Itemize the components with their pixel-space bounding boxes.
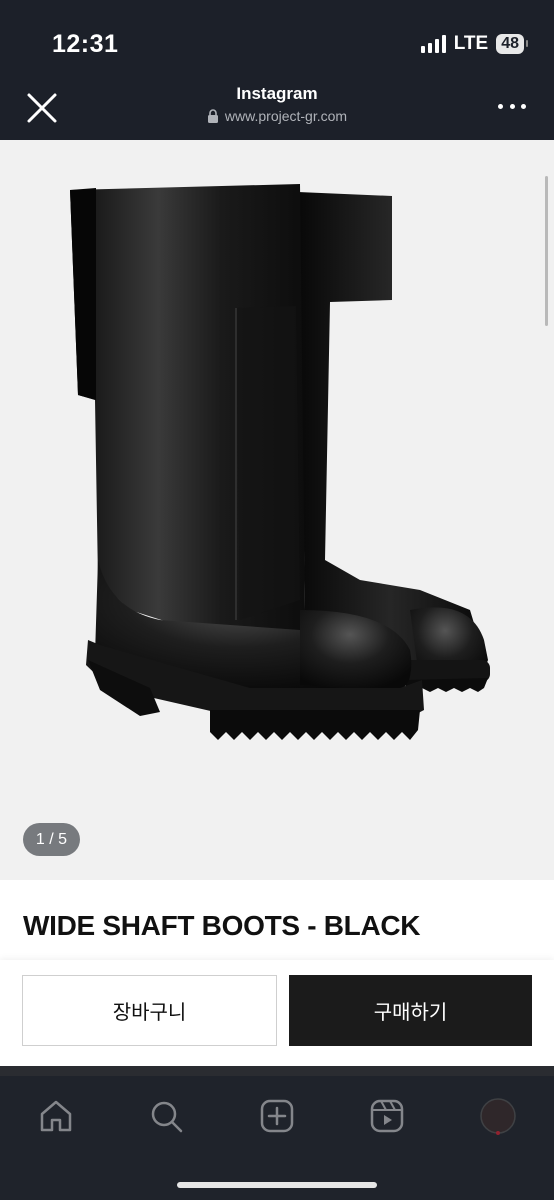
more-dot-icon [498,103,503,109]
image-counter-badge: 1 / 5 [23,823,80,856]
nav-search-button[interactable] [146,1096,186,1136]
in-app-browser-header: Instagram www.project-gr.com [0,78,554,140]
search-icon [151,1101,183,1133]
browser-title: Instagram [236,84,318,103]
background-content-peek [0,1066,554,1076]
product-image-boots [70,184,490,740]
home-icon [40,1100,72,1132]
profile-avatar [480,1098,516,1135]
status-bar: 12:31 LTE 48 [0,0,554,78]
nav-create-button[interactable] [257,1096,297,1136]
lock-icon [207,109,218,123]
purchase-action-bar: 장바구니 구매하기 [0,960,554,1066]
cellular-signal-icon [420,35,446,53]
battery-level: 48 [501,35,519,52]
product-title: WIDE SHAFT BOOTS - BLACK [23,910,421,941]
status-indicators: LTE 48 [420,33,528,55]
nav-reels-button[interactable] [367,1096,407,1136]
more-dot-icon [509,103,515,109]
status-time: 12:31 [52,30,119,58]
add-to-cart-button[interactable]: 장바구니 [22,975,277,1046]
battery-icon: 48 [496,34,528,54]
more-dot-icon [521,103,526,109]
scroll-indicator[interactable] [545,176,548,326]
web-content[interactable]: 1 / 5 WIDE SHAFT BOOTS - BLACK 장바구니 구매하기 [0,140,554,1066]
page-url: www.project-gr.com [224,108,348,124]
nav-profile-button[interactable] [478,1096,518,1136]
nav-home-button[interactable] [36,1096,76,1136]
network-type: LTE [453,33,489,54]
reels-icon [370,1099,404,1133]
bottom-navigation [0,1076,554,1200]
create-icon [260,1099,294,1133]
home-indicator[interactable] [177,1182,377,1188]
buy-now-button[interactable]: 구매하기 [289,975,532,1046]
url-line: www.project-gr.com [207,108,347,124]
browser-title-block: Instagram www.project-gr.com [0,84,554,128]
product-image-gallery[interactable]: 1 / 5 [0,140,554,880]
more-options-button[interactable] [498,98,526,114]
